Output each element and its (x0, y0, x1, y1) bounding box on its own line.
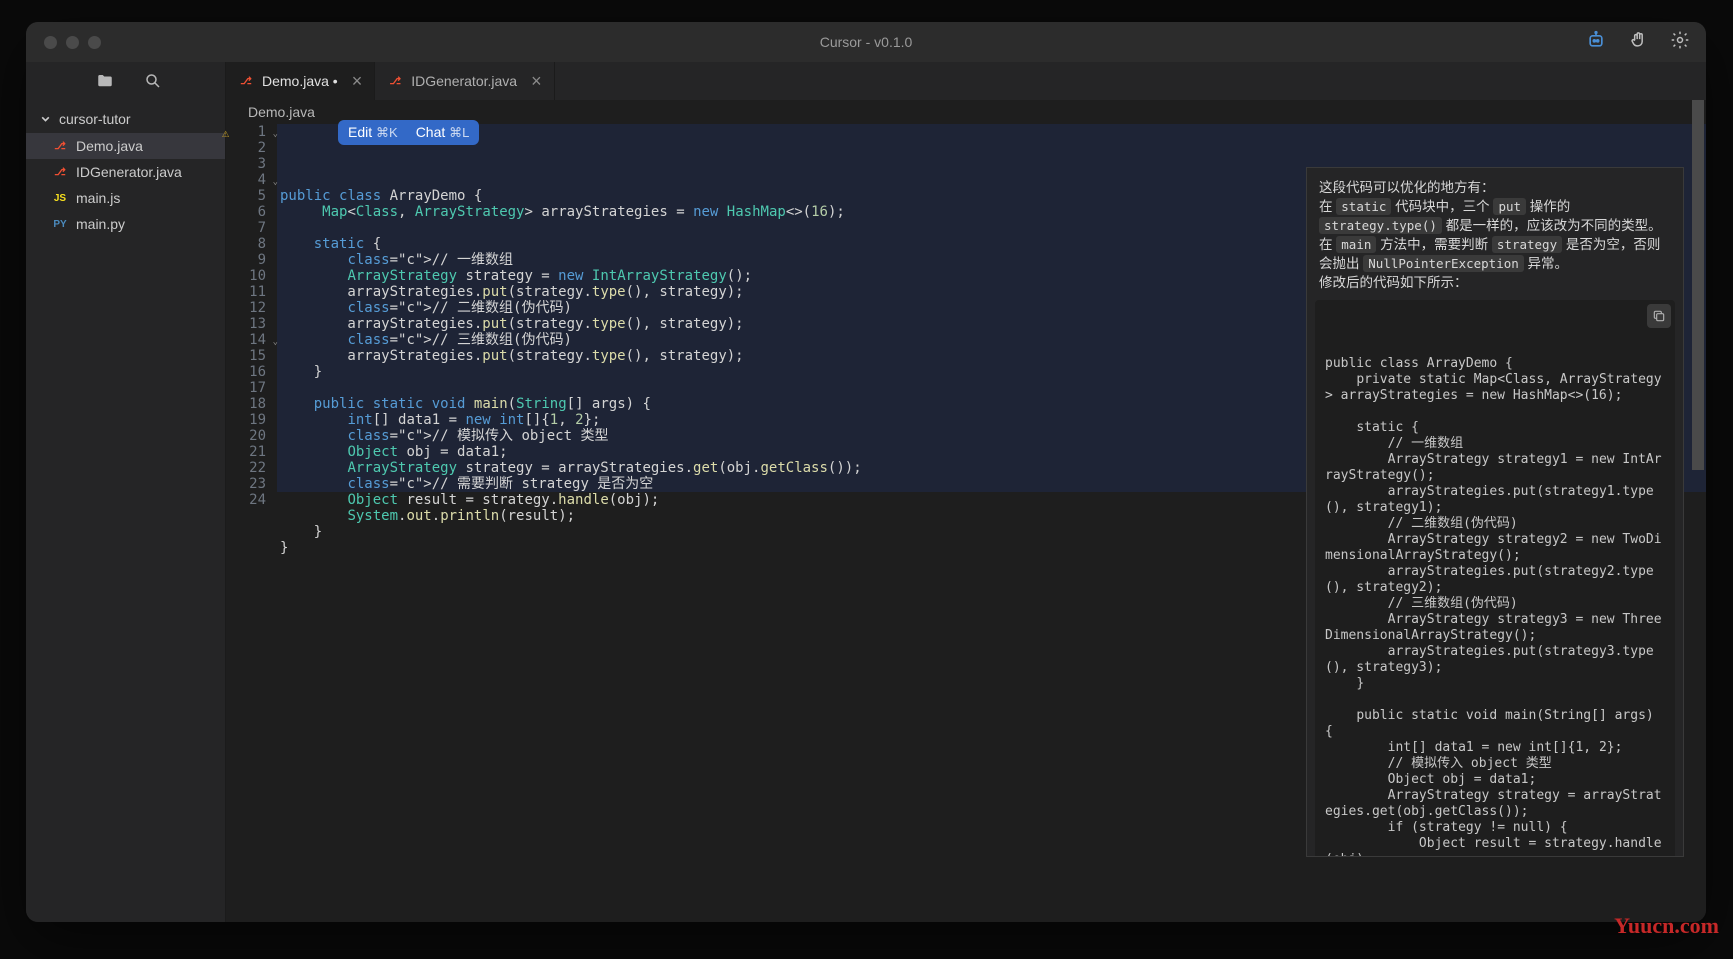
chat-button[interactable]: Chat ⌘L (416, 124, 470, 141)
app-window: Cursor - v0.1.0 cursor-tutor ⎇ (26, 22, 1706, 922)
close-icon[interactable]: × (346, 71, 363, 92)
ai-icon[interactable] (1586, 30, 1606, 55)
editor-area: ⎇ Demo.java • × ⎇ IDGenerator.java × Dem… (226, 62, 1706, 922)
warning-icon: ⚠ (222, 125, 229, 141)
sidebar: cursor-tutor ⎇ Demo.java ⎇ IDGenerator.j… (26, 62, 226, 922)
tab-idgenerator-java[interactable]: ⎇ IDGenerator.java × (375, 62, 554, 100)
file-main-js[interactable]: JS main.js (26, 185, 225, 211)
gutter: ⚠1⌄ 23 4⌄ 5678910111213 14⌄ 151617181920… (226, 124, 280, 922)
close-icon[interactable]: × (525, 71, 542, 92)
action-popup: Edit ⌘K Chat ⌘L (338, 120, 479, 145)
file-demo-java[interactable]: ⎇ Demo.java (26, 133, 225, 159)
js-icon: JS (52, 190, 68, 206)
close-window-button[interactable] (44, 36, 57, 49)
maximize-window-button[interactable] (88, 36, 101, 49)
edit-button[interactable]: Edit ⌘K (348, 124, 398, 141)
gear-icon[interactable] (1670, 30, 1690, 55)
search-icon[interactable] (144, 72, 162, 95)
file-idgenerator-java[interactable]: ⎇ IDGenerator.java (26, 159, 225, 185)
project-name[interactable]: cursor-tutor (26, 105, 225, 133)
folder-icon[interactable] (96, 72, 114, 95)
hand-icon[interactable] (1628, 30, 1648, 55)
titlebar: Cursor - v0.1.0 (26, 22, 1706, 62)
git-icon: ⎇ (387, 73, 403, 89)
watermark: Yuucn.com (1614, 913, 1719, 939)
git-icon: ⎇ (52, 164, 68, 180)
minimize-window-button[interactable] (66, 36, 79, 49)
git-icon: ⎇ (238, 73, 254, 89)
traffic-lights (26, 36, 101, 49)
tab-bar: ⎇ Demo.java • × ⎇ IDGenerator.java × (226, 62, 1706, 100)
git-icon: ⎇ (52, 138, 68, 154)
py-icon: PY (52, 216, 68, 232)
file-main-py[interactable]: PY main.py (26, 211, 225, 237)
tab-demo-java[interactable]: ⎇ Demo.java • × (226, 62, 375, 100)
app-title: Cursor - v0.1.0 (820, 34, 913, 50)
